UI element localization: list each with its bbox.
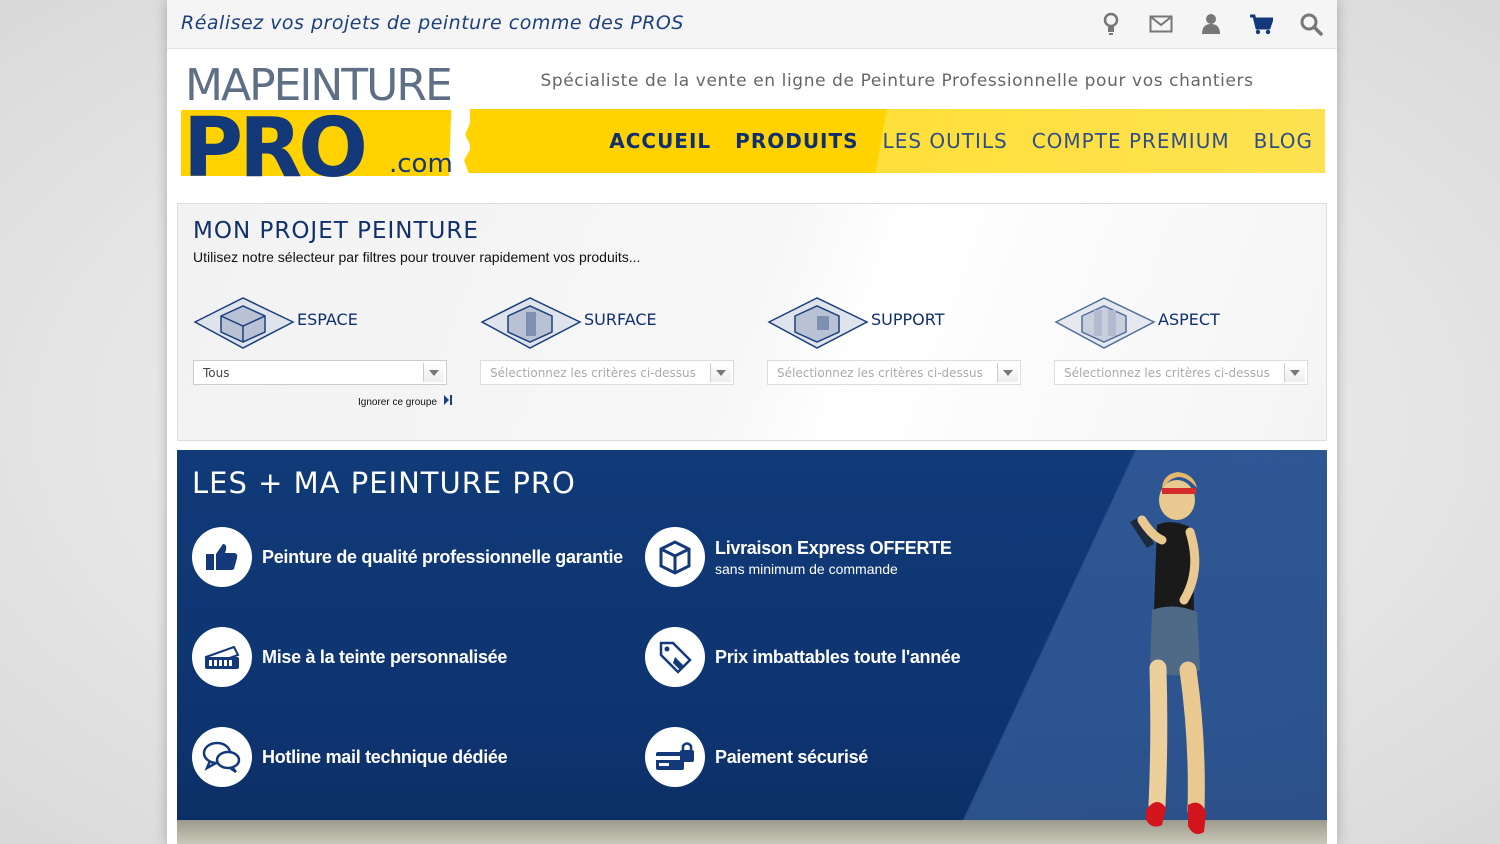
filter-espace-label: ESPACE (297, 310, 358, 329)
svg-text:PRO: PRO (183, 101, 364, 190)
surface-cube-icon (480, 288, 582, 354)
benefit-tint-title: Mise à la teinte personnalisée (262, 646, 508, 667)
chevron-down-icon[interactable] (1284, 363, 1305, 382)
chevron-down-icon[interactable] (997, 363, 1018, 382)
filter-support-label: SUPPORT (871, 310, 945, 329)
filter-aspect-label: ASPECT (1158, 310, 1220, 329)
lightbulb-icon[interactable] (1099, 10, 1123, 38)
filter-aspect-value: Sélectionnez les critères ci-dessus (1064, 366, 1270, 380)
nav-les-outils[interactable]: LES OUTILS (883, 129, 1008, 153)
benefit-payment: Paiement sécurisé (645, 727, 868, 787)
main-nav: ACCUEIL PRODUITS LES OUTILS COMPTE PREMI… (609, 129, 1313, 153)
secure-card-icon (645, 727, 705, 787)
nav-blog[interactable]: BLOG (1254, 129, 1313, 153)
main-nav-band: ACCUEIL PRODUITS LES OUTILS COMPTE PREMI… (470, 109, 1325, 173)
ignore-group-label: Ignorer ce groupe (358, 397, 437, 408)
aspect-cube-icon (1054, 288, 1156, 354)
filter-surface-value: Sélectionnez les critères ci-dessus (490, 366, 696, 380)
filter-surface-select[interactable]: Sélectionnez les critères ci-dessus (480, 360, 734, 385)
room-cube-icon (193, 288, 295, 354)
package-icon (645, 527, 705, 587)
benefit-delivery-subtitle: sans minimum de commande (715, 560, 898, 577)
benefit-hotline-title: Hotline mail technique dédiée (262, 746, 508, 767)
benefit-price: Prix imbattables toute l'année (645, 627, 961, 687)
envelope-icon[interactable] (1149, 10, 1173, 38)
nav-produits[interactable]: PRODUITS (735, 129, 858, 153)
project-title: MON PROJET PEINTURE (193, 218, 479, 244)
price-tag-icon (645, 627, 705, 687)
chevron-down-icon[interactable] (710, 363, 731, 382)
filter-support-value: Sélectionnez les critères ci-dessus (777, 366, 983, 380)
page: Réalisez vos projets de peinture comme d… (167, 0, 1337, 844)
benefit-delivery: Livraison Express OFFERTE sans minimum d… (645, 527, 952, 587)
svg-text:.com: .com (389, 149, 453, 179)
tagline: Réalisez vos projets de peinture comme d… (181, 12, 684, 34)
site-logo[interactable]: MAPEINTURE PRO .com (178, 60, 461, 196)
benefit-quality-title: Peinture de qualité professionnelle gara… (262, 546, 623, 567)
nav-accueil[interactable]: ACCUEIL (609, 129, 711, 153)
benefit-quality: Peinture de qualité professionnelle gara… (192, 527, 623, 587)
top-icons (1099, 10, 1323, 38)
header-slogan: Spécialiste de la vente en ligne de Pein… (540, 71, 1254, 91)
benefit-delivery-title: Livraison Express OFFERTE (715, 537, 952, 558)
color-fan-icon (192, 627, 252, 687)
project-subtitle: Utilisez notre sélecteur par filtres pou… (193, 249, 641, 265)
benefit-price-title: Prix imbattables toute l'année (715, 646, 961, 667)
skip-forward-icon (443, 395, 452, 408)
chevron-down-icon[interactable] (423, 363, 444, 382)
user-icon[interactable] (1199, 10, 1223, 38)
filter-support-select[interactable]: Sélectionnez les critères ci-dessus (767, 360, 1021, 385)
benefit-tint: Mise à la teinte personnalisée (192, 627, 507, 687)
filter-espace-select[interactable]: Tous (193, 360, 447, 385)
thumbs-up-icon (192, 527, 252, 587)
support-cube-icon (767, 288, 869, 354)
filter-aspect-select[interactable]: Sélectionnez les critères ci-dessus (1054, 360, 1308, 385)
chat-bubbles-icon (192, 727, 252, 787)
filter-espace-value: Tous (203, 366, 230, 380)
top-bar: Réalisez vos projets de peinture comme d… (167, 0, 1337, 49)
project-selector-panel: MON PROJET PEINTURE Utilisez notre sélec… (177, 203, 1327, 441)
cart-icon[interactable] (1249, 10, 1275, 38)
benefits-section: LES + MA PEINTURE PRO Peinture de qualit… (177, 450, 1327, 844)
benefit-hotline: Hotline mail technique dédiée (192, 727, 508, 787)
benefits-title: LES + MA PEINTURE PRO (192, 466, 576, 500)
nav-compte-premium[interactable]: COMPTE PREMIUM (1032, 129, 1230, 153)
filter-surface-label: SURFACE (584, 310, 657, 329)
ignore-group-link[interactable]: Ignorer ce groupe (358, 395, 452, 408)
benefit-payment-title: Paiement sécurisé (715, 746, 868, 767)
pinup-painter-illustration (1102, 460, 1232, 844)
search-icon[interactable] (1299, 10, 1323, 38)
